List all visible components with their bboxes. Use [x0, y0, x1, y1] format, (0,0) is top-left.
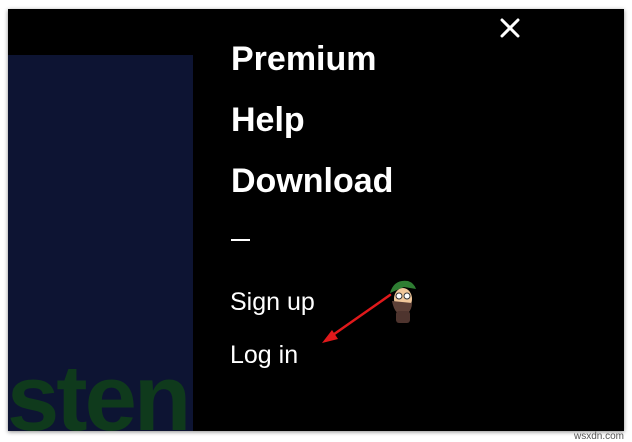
menu-item-download[interactable]: Download [231, 164, 393, 198]
annotation-arrow-icon [322, 293, 392, 343]
annotation-overlay [322, 280, 416, 343]
close-icon [500, 18, 520, 38]
background-hero-text: steni [8, 345, 193, 432]
background-hero-panel: steni [8, 55, 193, 431]
menu-item-premium[interactable]: Premium [231, 42, 377, 76]
app-window: steni Premium Help Download Sign up Log … [8, 9, 624, 431]
menu-item-log-in[interactable]: Log in [230, 343, 298, 368]
appuals-mascot-icon [390, 280, 416, 323]
watermark: wsxdn.com [573, 431, 624, 442]
menu-item-sign-up[interactable]: Sign up [230, 290, 315, 315]
close-menu-button[interactable] [497, 15, 523, 41]
menu-divider [231, 239, 250, 241]
menu-item-help[interactable]: Help [231, 103, 305, 137]
